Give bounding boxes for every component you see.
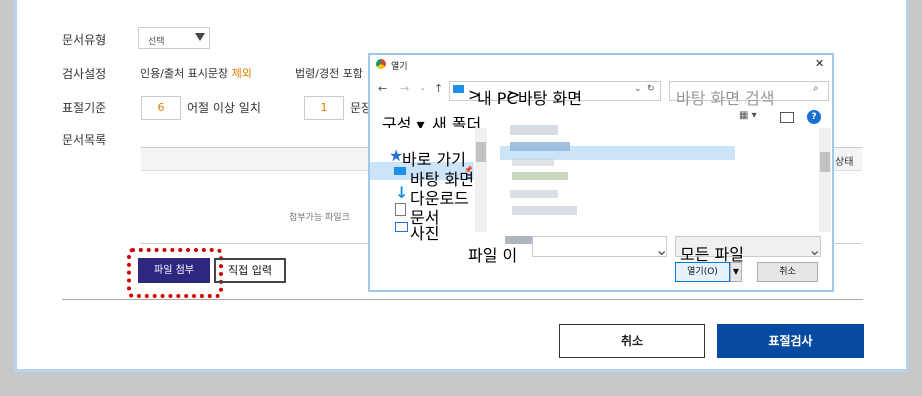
citation-text: 인용/출처 표시문장 <box>140 67 232 80</box>
citation-setting: 인용/출처 표시문장 제외 <box>140 65 252 81</box>
breadcrumb-desktop[interactable]: 바탕 화면 <box>518 85 582 109</box>
filename-label: 파일 이 <box>468 246 518 265</box>
plagiarism-check-button[interactable]: 표절검사 <box>717 324 864 358</box>
filename-dropdown-icon[interactable]: ⌄ <box>655 240 668 259</box>
file-row-blurred[interactable] <box>510 125 558 135</box>
nav-item-pictures[interactable]: 사진 <box>410 220 439 244</box>
divider <box>62 299 863 300</box>
word-match-text: 어절 이상 일치 <box>187 101 261 115</box>
file-row-blurred[interactable] <box>512 172 568 180</box>
help-icon[interactable]: ? <box>807 110 821 124</box>
file-row-blurred[interactable] <box>510 190 558 198</box>
cancel-button[interactable]: 취소 <box>559 324 705 358</box>
doc-type-label: 문서유형 <box>62 33 107 47</box>
preview-pane-icon[interactable] <box>780 112 794 123</box>
refresh-icon[interactable]: ↻ <box>647 84 655 94</box>
attach-hint: 첨부가능 파일크 <box>289 213 350 223</box>
chrome-icon <box>376 59 386 69</box>
doc-type-select[interactable]: 선택 <box>138 27 210 49</box>
up-arrow-icon[interactable]: ↑ <box>434 82 443 95</box>
file-row-blurred[interactable] <box>510 142 570 151</box>
status-column-header: 상태 <box>835 157 854 168</box>
citation-excluded-toggle[interactable]: 제외 <box>232 67 252 80</box>
check-settings-label: 검사설정 <box>62 67 107 81</box>
dialog-close-icon[interactable]: ✕ <box>815 57 824 70</box>
view-options-icon[interactable]: ▦ ▾ <box>739 110 757 121</box>
pc-icon <box>453 85 464 93</box>
law-setting: 법령/경전 포함 <box>295 67 363 80</box>
file-scroll-thumb[interactable] <box>820 152 830 172</box>
filename-blur <box>505 236 533 244</box>
sentence-count-input[interactable]: 1 <box>304 96 344 120</box>
pin-icon: 📌 <box>464 166 473 174</box>
attach-file-button[interactable]: 파일 첨부 <box>138 258 210 283</box>
filetype-dropdown-icon: ⌄ <box>808 240 822 259</box>
doc-type-select-value: 선택 <box>148 37 165 47</box>
forward-arrow-icon[interactable]: → <box>400 82 409 95</box>
filename-input[interactable] <box>532 236 667 257</box>
file-scrollbar[interactable] <box>819 128 831 232</box>
picture-icon <box>395 222 408 232</box>
chevron-down-icon <box>195 33 205 41</box>
open-button[interactable]: 열기(O) <box>675 262 730 282</box>
search-placeholder: 바탕 화면 검색 <box>676 89 775 108</box>
direct-input-button[interactable]: 직접 입력 <box>214 258 286 283</box>
file-row-blurred[interactable] <box>512 206 577 215</box>
download-icon: ↓ <box>395 183 409 202</box>
nav-scroll-thumb[interactable] <box>476 142 486 162</box>
recent-chevron-icon[interactable]: ⌄ <box>420 84 426 92</box>
search-icon: ⌕ <box>813 83 819 94</box>
address-dropdown-icon[interactable]: ⌄ <box>634 84 642 94</box>
document-icon <box>395 203 406 216</box>
desktop-icon <box>394 167 406 175</box>
threshold-label: 표절기준 <box>62 101 107 115</box>
word-count-input[interactable]: 6 <box>141 96 181 120</box>
file-row-blurred[interactable] <box>512 158 554 166</box>
doc-list-label: 문서목록 <box>62 133 107 147</box>
dialog-title: 열기 <box>391 62 408 72</box>
back-arrow-icon[interactable]: ← <box>378 82 387 95</box>
dialog-cancel-button[interactable]: 취소 <box>757 262 818 282</box>
open-dropdown-icon[interactable]: ▼ <box>730 262 742 282</box>
